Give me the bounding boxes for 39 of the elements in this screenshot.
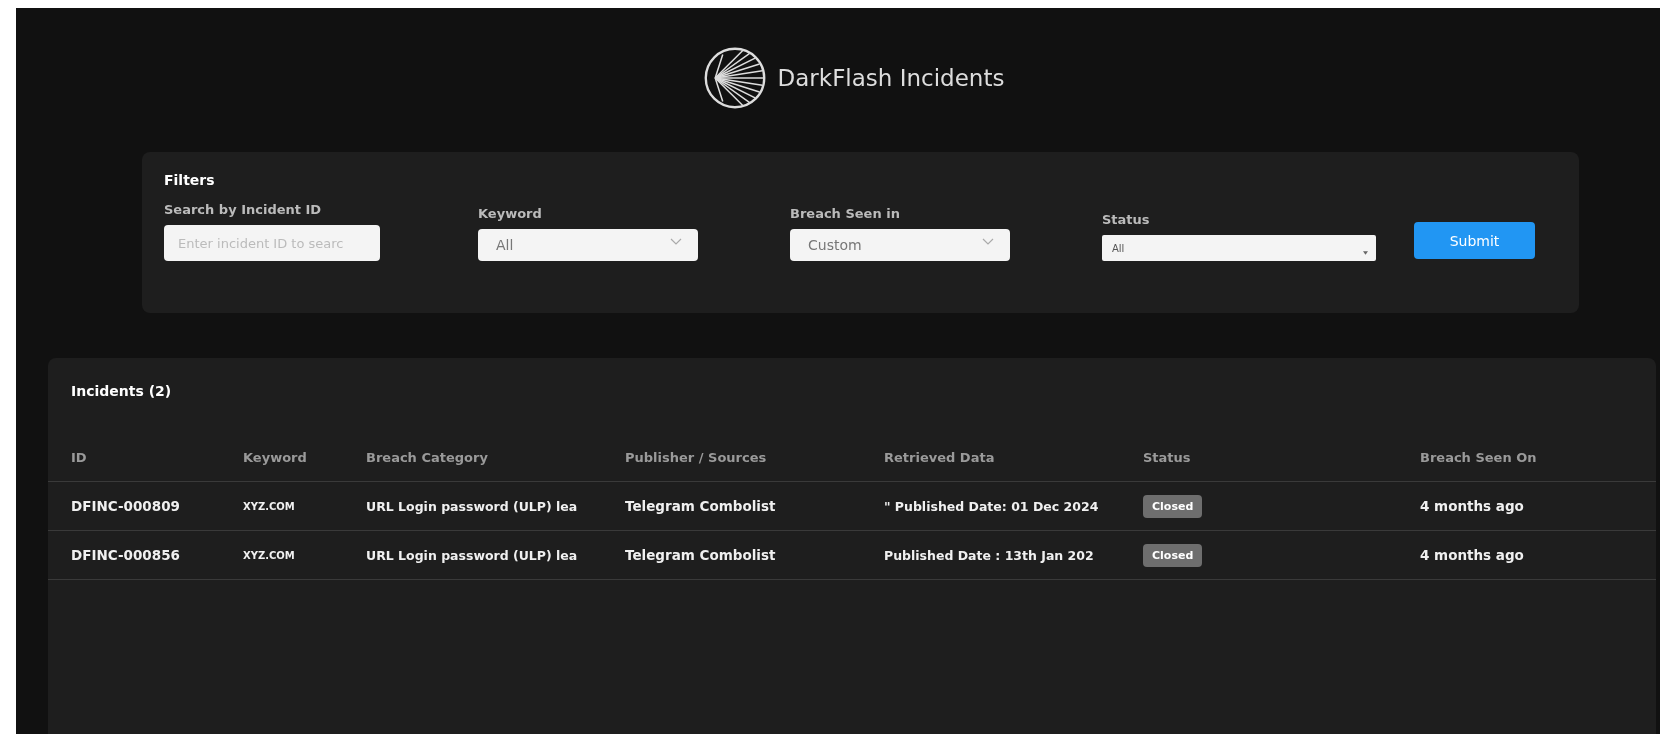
- field-label: Status: [1102, 212, 1151, 227]
- column-header: ID: [71, 449, 88, 465]
- column-header: Keyword: [243, 449, 308, 465]
- submit-button[interactable]: Submit: [1414, 222, 1535, 259]
- caret-icon: [1363, 251, 1368, 255]
- table-cell-text: URL Login password (ULP) lea: [366, 547, 579, 563]
- caret-icon: [670, 238, 682, 246]
- field-label: Search by Incident ID: [164, 202, 323, 217]
- table-cell-text: DFINC-000856: [71, 547, 181, 563]
- filters-title: Filters: [164, 172, 216, 188]
- table-cell-text: XYZ.COM: [243, 500, 296, 512]
- column-header: Publisher / Sources: [625, 449, 768, 465]
- dropdown-field[interactable]: All: [1102, 235, 1376, 261]
- status-badge: Closed: [1143, 494, 1203, 518]
- column-header: Retrieved Data: [884, 449, 996, 465]
- dropdown-value: All: [1112, 242, 1125, 254]
- column-header: Breach Seen On: [1420, 449, 1538, 465]
- incidents-title: Incidents (2): [70, 383, 173, 401]
- status-badge: Closed: [1143, 543, 1203, 567]
- field-label: Keyword: [478, 206, 543, 221]
- caret-icon: [982, 238, 994, 246]
- table-cell-text: XYZ.COM: [243, 549, 296, 561]
- table-cell-text: Telegram Combolist: [625, 547, 777, 563]
- dropdown-value: Custom: [808, 237, 862, 253]
- table-cell-text: 4 months ago: [1420, 498, 1525, 514]
- table-cell-text: Published Date : 13th Jan 202: [884, 547, 1095, 563]
- table-cell-text: " Published Date: 01 Dec 2024: [884, 498, 1100, 514]
- dropdown-value: All: [496, 237, 514, 253]
- field-label: Breach Seen in: [790, 206, 901, 221]
- page-title: DarkFlash Incidents: [777, 65, 1005, 91]
- search-field[interactable]: Enter incident ID to searc: [164, 225, 380, 261]
- column-header: Status: [1143, 449, 1192, 465]
- dropdown-field[interactable]: Custom: [790, 229, 1010, 261]
- dropdown-field[interactable]: All: [478, 229, 698, 261]
- table-cell-text: URL Login password (ULP) lea: [366, 498, 579, 514]
- table-cell-text: 4 months ago: [1420, 547, 1525, 563]
- table-cell-text: Telegram Combolist: [625, 498, 777, 514]
- column-header: Breach Category: [366, 449, 489, 465]
- table-cell-text: DFINC-000809: [71, 498, 181, 514]
